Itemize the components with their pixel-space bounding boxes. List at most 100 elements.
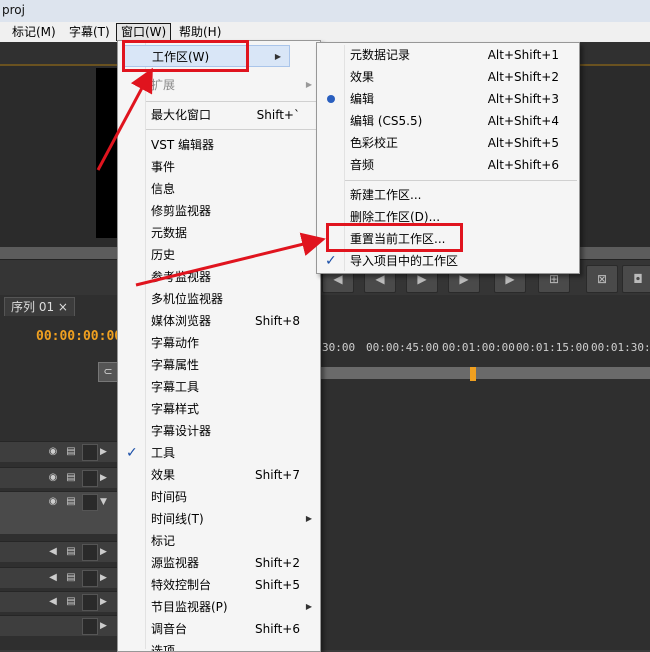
menu-marker[interactable]: 标记(M) xyxy=(8,24,60,40)
menu-item-title-properties[interactable]: 字幕属性 xyxy=(118,354,320,376)
speaker-icon[interactable]: ◀ xyxy=(46,571,60,585)
lock-box[interactable] xyxy=(82,618,98,635)
menu-item-info[interactable]: 信息 xyxy=(118,178,320,200)
expand-icon[interactable]: ▶ xyxy=(100,445,110,459)
menu-item-reference-monitor[interactable]: 参考监视器 xyxy=(118,266,320,288)
menu-bar: 标记(M) 字幕(T) 窗口(W) 帮助(H) xyxy=(0,22,650,43)
expand-icon[interactable]: ▶ xyxy=(100,571,110,585)
window-title-bar: proj xyxy=(0,0,650,22)
expand-icon[interactable]: ▶ xyxy=(100,595,110,609)
film-icon[interactable]: ▤ xyxy=(64,445,78,459)
menu-help[interactable]: 帮助(H) xyxy=(175,24,225,40)
window-title: proj xyxy=(2,3,25,17)
audio-track-1: ◀ ▤ ▶ xyxy=(0,541,118,562)
menu-window[interactable]: 窗口(W) xyxy=(116,23,172,41)
menu-item-timecode[interactable]: 时间码 xyxy=(118,486,320,508)
film-icon[interactable]: ▤ xyxy=(64,571,78,585)
ruler-label: 30:00 xyxy=(322,341,356,354)
video-track-3: ◉ ▤ ▶ xyxy=(0,441,118,462)
snap-icon[interactable]: ⊂ xyxy=(98,362,118,382)
expand-icon[interactable]: ▶ xyxy=(100,545,110,559)
film-icon[interactable]: ▤ xyxy=(64,495,78,509)
workspace-item-editing-cs55[interactable]: 编辑 (CS5.5) Alt+Shift+4 xyxy=(317,110,579,132)
menu-item-title-styles[interactable]: 字幕样式 xyxy=(118,398,320,420)
camera-icon[interactable]: ◘ xyxy=(622,265,650,293)
annotation-box-reset-workspace xyxy=(326,223,463,252)
menu-separator xyxy=(146,129,316,130)
collapse-icon[interactable]: ▼ xyxy=(100,495,110,509)
lock-box[interactable] xyxy=(82,470,98,487)
menu-item-extensions: 扩展 ▶ xyxy=(118,74,320,96)
playhead-marker[interactable] xyxy=(470,367,476,381)
ruler-label: 00:01:15:00 xyxy=(516,341,589,354)
sequence-tab-label: 序列 01 xyxy=(11,300,55,314)
ruler-label: 00:00:45:00 xyxy=(366,341,439,354)
workspace-item-color-correction[interactable]: 色彩校正 Alt+Shift+5 xyxy=(317,132,579,154)
speaker-icon[interactable]: ◀ xyxy=(46,545,60,559)
menu-item-events[interactable]: 事件 xyxy=(118,156,320,178)
expand-icon[interactable]: ▶ xyxy=(100,619,110,633)
menu-item-markers[interactable]: 标记 xyxy=(118,530,320,552)
menu-item-options[interactable]: 选项 xyxy=(118,640,320,651)
menu-item-title-tools[interactable]: 字幕工具 xyxy=(118,376,320,398)
menu-item-tools[interactable]: ✓ 工具 xyxy=(118,442,320,464)
lock-box[interactable] xyxy=(82,494,98,511)
checkmark-icon: ✓ xyxy=(126,445,138,461)
lock-box[interactable] xyxy=(82,544,98,561)
workspace-item-new[interactable]: 新建工作区... xyxy=(317,184,579,206)
annotation-box-workspace xyxy=(122,40,249,72)
menu-item-title-actions[interactable]: 字幕动作 xyxy=(118,332,320,354)
workspace-item-editing[interactable]: 编辑 Alt+Shift+3 xyxy=(317,88,579,110)
export-frame-button[interactable]: ⊠ xyxy=(586,265,618,293)
menu-item-vst-editor[interactable]: VST 编辑器 xyxy=(118,134,320,156)
menu-item-audio-mixer[interactable]: 调音台 Shift+6 xyxy=(118,618,320,640)
master-track: ▶ xyxy=(0,615,118,636)
menu-item-timelines[interactable]: 时间线(T) ▶ xyxy=(118,508,320,530)
menu-item-source-monitor[interactable]: 源监视器 Shift+2 xyxy=(118,552,320,574)
workspace-item-import-from-project[interactable]: ✓ 导入项目中的工作区 xyxy=(317,250,579,272)
speaker-icon[interactable]: ◀ xyxy=(46,595,60,609)
ruler-label: 00:01:30:00 xyxy=(591,341,650,354)
film-icon[interactable]: ▤ xyxy=(64,471,78,485)
video-track-2: ◉ ▤ ▶ xyxy=(0,467,118,488)
close-icon[interactable]: × xyxy=(58,300,68,314)
lock-box[interactable] xyxy=(82,570,98,587)
timeline-panel: 序列 01 × 00:00:00:00 30:00 00:00:45:00 00… xyxy=(0,295,650,650)
eye-icon[interactable]: ◉ xyxy=(46,471,60,485)
work-area-bar[interactable] xyxy=(320,367,650,379)
eye-icon[interactable]: ◉ xyxy=(46,445,60,459)
workspace-item-metadata-logging[interactable]: 元数据记录 Alt+Shift+1 xyxy=(317,44,579,66)
submenu-arrow-icon: ▶ xyxy=(305,80,312,89)
menu-separator xyxy=(345,180,577,181)
radio-selected-icon xyxy=(327,95,335,103)
lock-box[interactable] xyxy=(82,594,98,611)
ruler-label: 00:01:00:00 xyxy=(442,341,515,354)
menu-item-effect-controls[interactable]: 特效控制台 Shift+5 xyxy=(118,574,320,596)
menu-item-effects[interactable]: 效果 Shift+7 xyxy=(118,464,320,486)
menu-item-maximize[interactable]: 最大化窗口 Shift+` xyxy=(118,104,320,126)
submenu-arrow-icon: ▶ xyxy=(305,602,312,611)
lock-box[interactable] xyxy=(82,444,98,461)
audio-track-3: ◀ ▤ ▶ xyxy=(0,591,118,612)
menu-item-media-browser[interactable]: 媒体浏览器 Shift+8 xyxy=(118,310,320,332)
tab-sequence[interactable]: 序列 01 × xyxy=(4,297,75,316)
menu-title[interactable]: 字幕(T) xyxy=(65,24,114,40)
menu-item-metadata[interactable]: 元数据 xyxy=(118,222,320,244)
menu-item-title-designer[interactable]: 字幕设计器 xyxy=(118,420,320,442)
expand-icon[interactable]: ▶ xyxy=(100,471,110,485)
menu-item-trim-monitor[interactable]: 修剪监视器 xyxy=(118,200,320,222)
menu-item-history[interactable]: 历史 xyxy=(118,244,320,266)
menu-item-multicam-monitor[interactable]: 多机位监视器 xyxy=(118,288,320,310)
current-timecode[interactable]: 00:00:00:00 xyxy=(36,329,122,344)
workspace-item-effects[interactable]: 效果 Alt+Shift+2 xyxy=(317,66,579,88)
film-icon[interactable]: ▤ xyxy=(64,545,78,559)
menu-separator xyxy=(146,101,316,102)
workspace-item-audio[interactable]: 音频 Alt+Shift+6 xyxy=(317,154,579,176)
film-icon[interactable]: ▤ xyxy=(64,595,78,609)
menu-item-program-monitor[interactable]: 节目监视器(P) ▶ xyxy=(118,596,320,618)
eye-icon[interactable]: ◉ xyxy=(46,495,60,509)
video-track-1: ◉ ▤ ▼ xyxy=(0,491,118,534)
audio-track-2: ◀ ▤ ▶ xyxy=(0,567,118,588)
video-preview xyxy=(96,68,118,238)
submenu-arrow-icon: ▶ xyxy=(274,52,281,61)
